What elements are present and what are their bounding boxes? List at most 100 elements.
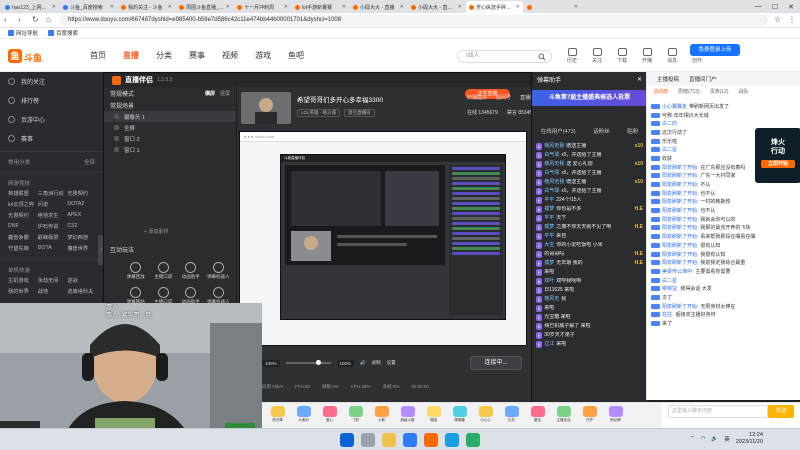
danmu-username[interactable]: 孤梦 bbox=[544, 260, 554, 267]
category-link[interactable]: 绝地求生 bbox=[38, 212, 68, 219]
category-link[interactable]: CS2 bbox=[67, 223, 97, 230]
danmu-username[interactable]: 平平 bbox=[544, 233, 554, 240]
chevron-up-icon[interactable]: ⌃ bbox=[690, 436, 695, 442]
search-input[interactable]: I线人 bbox=[457, 50, 552, 63]
close-icon[interactable]: ✕ bbox=[516, 4, 520, 10]
danmu-username[interactable]: 双叶 bbox=[544, 278, 554, 285]
sidebar-item[interactable]: 我的关注 bbox=[0, 72, 103, 91]
interact-item[interactable]: 弹幕机器人 bbox=[205, 262, 233, 280]
category-link[interactable]: 问道 bbox=[38, 201, 68, 208]
gift-item[interactable]: 粉丝牌 bbox=[604, 405, 627, 425]
right-subtab[interactable]: 活动榜 bbox=[653, 88, 668, 98]
danmu-username[interactable]: 白气球 bbox=[544, 170, 559, 177]
scene-item[interactable]: 窗口 2 bbox=[104, 133, 236, 144]
chat-username[interactable]: 阳泉刷新了开始: bbox=[662, 198, 698, 205]
browser-tab[interactable]: ✕ bbox=[524, 1, 581, 13]
browser-icon[interactable] bbox=[403, 433, 417, 447]
volume-icon[interactable]: 🔈 bbox=[711, 436, 718, 442]
chat-username[interactable]: 在往· bbox=[662, 311, 674, 318]
danmu-username[interactable]: 平平 bbox=[544, 215, 554, 222]
chat-username[interactable]: 阳泉刷新了开始: bbox=[662, 181, 698, 188]
browser-tab[interactable]: hao123_上网从这里开始✕ bbox=[2, 1, 59, 13]
stat-item[interactable]: 开播提示 bbox=[467, 94, 487, 101]
minimize-icon[interactable]: — bbox=[755, 3, 762, 10]
stat-item[interactable]: 房间号 bbox=[496, 94, 511, 101]
close-icon[interactable]: ✕ bbox=[52, 4, 56, 10]
chat-username[interactable]: 阳泉刷新了开始: bbox=[662, 216, 698, 223]
browser-tab[interactable]: 小砚大大 - 直播 ✕ bbox=[350, 1, 407, 13]
interact-item[interactable]: 弹幕回放 bbox=[122, 262, 150, 280]
wifi-icon[interactable]: ◠ bbox=[701, 436, 706, 442]
header-icon-item[interactable]: 下载 bbox=[615, 48, 629, 64]
speaker-icon[interactable]: 🔊 bbox=[360, 360, 366, 366]
wechat-icon[interactable] bbox=[466, 433, 480, 447]
danmu-username[interactable]: 大宝 bbox=[544, 242, 554, 249]
danmu-tab[interactable]: 贴粉 bbox=[627, 127, 638, 135]
chat-input[interactable]: 这里输入聊天内容 bbox=[668, 405, 768, 418]
scene-item[interactable]: 全屏 bbox=[104, 122, 236, 133]
search-icon[interactable] bbox=[538, 53, 546, 61]
browser-tab[interactable]: 周围斗鱼直播_周边斗鱼直...✕ bbox=[176, 1, 233, 13]
category-link[interactable]: 永劫无间 bbox=[38, 277, 68, 284]
bookmark-nav[interactable]: 网址导航 bbox=[8, 29, 38, 37]
category-link[interactable]: 魔兽世界 bbox=[67, 245, 97, 252]
danmu-banner[interactable]: 斗鱼第7届主播盛典候选人投票 bbox=[532, 90, 647, 106]
mic-slider[interactable] bbox=[285, 360, 331, 365]
star-icon[interactable]: ☆ bbox=[774, 16, 782, 24]
gift-item[interactable]: 爱心 bbox=[318, 405, 341, 425]
header-icon-item[interactable]: 开播 bbox=[640, 48, 654, 64]
douyu-app-icon[interactable] bbox=[424, 433, 438, 447]
ad-cta-button[interactable]: 立即开始 bbox=[761, 160, 795, 168]
danmu-username[interactable]: 白气球 bbox=[544, 188, 559, 195]
browser-tab[interactable]: 小砚大大 - 直播 小砚大大...✕ bbox=[408, 1, 465, 13]
chat-username[interactable]: 阳泉刷新了开始: bbox=[662, 233, 698, 240]
danmu-username[interactable]: 南风无我 bbox=[544, 161, 564, 168]
file-explorer-icon[interactable] bbox=[382, 433, 396, 447]
stream-title[interactable]: 希望哥哥们多开心多幸福3300 bbox=[297, 94, 383, 104]
settings-button[interactable]: 设置 bbox=[387, 360, 396, 366]
nav-item[interactable]: 鱼吧 bbox=[288, 50, 304, 61]
douyu-logo[interactable]: 鱼 斗鱼 bbox=[8, 49, 48, 63]
maximize-icon[interactable]: ☐ bbox=[772, 3, 778, 11]
close-icon[interactable]: ✕ bbox=[574, 4, 578, 10]
category-link[interactable]: 巅峰极限 bbox=[38, 234, 68, 241]
category-link[interactable]: 炉石传说 bbox=[38, 223, 68, 230]
windows-start-icon[interactable] bbox=[340, 433, 354, 447]
danmu-username[interactable]: 南风无我 bbox=[544, 179, 564, 186]
all-categories-link[interactable]: 全部 bbox=[84, 158, 95, 166]
category-link[interactable]: DOTA2 bbox=[67, 201, 97, 208]
nav-item[interactable]: 分类 bbox=[156, 50, 172, 61]
browser-tab[interactable]: 我的关注 - 斗鱼 ✕ bbox=[118, 1, 175, 13]
danmu-username[interactable]: 白气球 bbox=[544, 152, 559, 159]
gift-item[interactable]: 火箭 bbox=[370, 405, 393, 425]
right-subtab[interactable]: 周榜(713) bbox=[678, 88, 700, 98]
sidebar-item[interactable]: 页游中心 bbox=[0, 110, 103, 129]
chat-username[interactable]: 白二星 bbox=[662, 277, 677, 284]
header-icon-item[interactable]: 关注 bbox=[590, 48, 604, 64]
header-icon-item[interactable]: 历史 bbox=[565, 48, 579, 64]
category-link[interactable]: 主机游戏 bbox=[8, 277, 38, 284]
nav-item[interactable]: 视频 bbox=[222, 50, 238, 61]
close-icon[interactable]: ✕ bbox=[637, 76, 642, 83]
close-icon[interactable]: ✕ bbox=[226, 4, 230, 10]
chat-username[interactable]: 美梁传公准中: bbox=[662, 268, 693, 275]
back-icon[interactable]: ‹ bbox=[4, 16, 12, 24]
danmu-username[interactable]: 平平 bbox=[544, 197, 554, 204]
nav-item[interactable]: 赛事 bbox=[189, 50, 205, 61]
tag[interactable]: 恩兰直播间 bbox=[344, 109, 375, 117]
close-icon[interactable]: ✕ bbox=[400, 4, 404, 10]
category-link[interactable]: 魔兽争霸 bbox=[8, 234, 38, 241]
search-icon[interactable] bbox=[361, 433, 375, 447]
category-link[interactable]: 逆战 bbox=[67, 277, 97, 284]
gift-item[interactable]: 超级火箭 bbox=[396, 405, 419, 425]
danmu-tab[interactable]: 话粉丝 bbox=[593, 127, 610, 135]
add-source-button[interactable]: + 添加素材 bbox=[144, 228, 168, 235]
category-link[interactable]: lol云顶之弈 bbox=[8, 201, 38, 208]
danmu-username[interactable]: 辽江 bbox=[544, 341, 554, 348]
chat-username[interactable]: 阳泉刷新了开始: bbox=[662, 207, 698, 214]
close-icon[interactable]: ✕ bbox=[168, 4, 172, 10]
tab-anchor-contribute[interactable]: 主播投稿 bbox=[657, 75, 679, 83]
category-link[interactable]: 逃离塔科夫 bbox=[67, 288, 97, 295]
chat-username[interactable]: 阳泉刷新了开始: bbox=[662, 224, 698, 231]
danmu-tab[interactable]: 在线用户(473) bbox=[541, 127, 576, 135]
